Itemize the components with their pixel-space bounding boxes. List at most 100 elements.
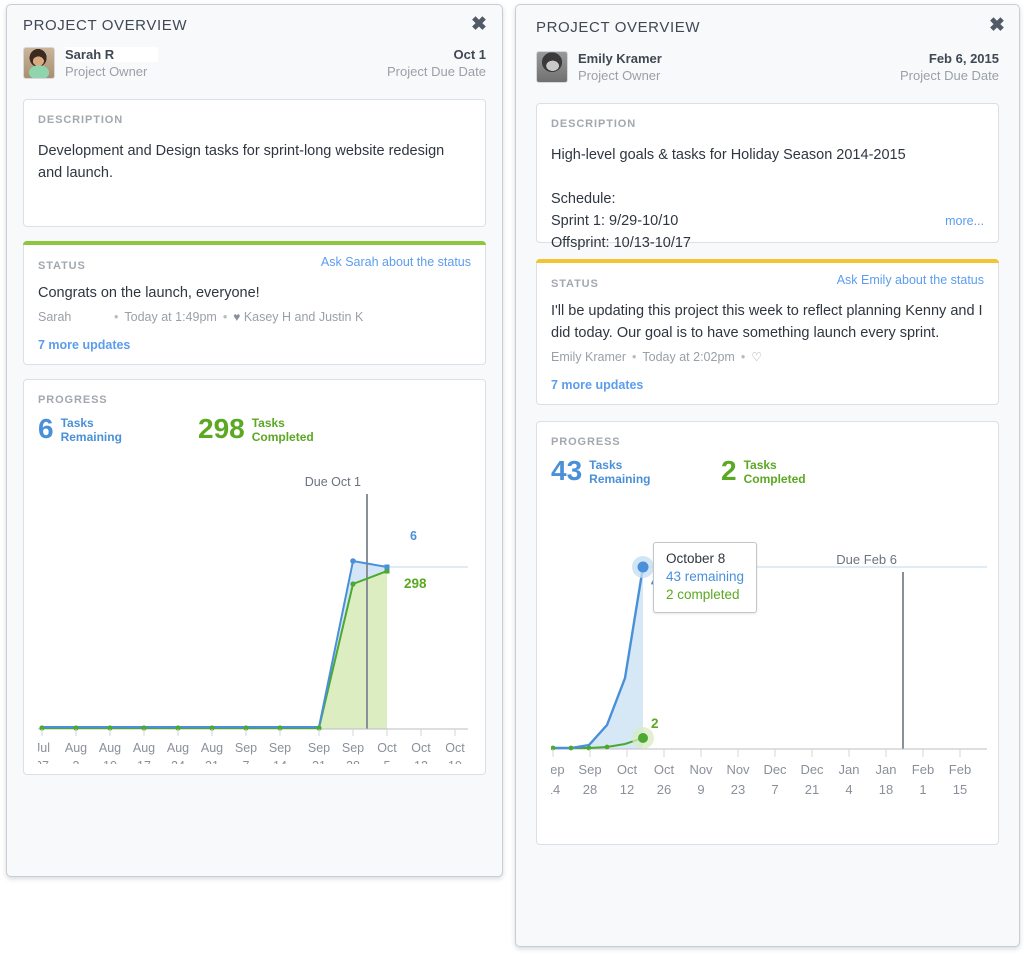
close-icon[interactable]: ✖ (987, 16, 1007, 36)
status-accent-bar (23, 241, 486, 245)
svg-text:28: 28 (346, 759, 360, 764)
screenshot-root: PROJECT OVERVIEW ✖ Sarah R Project Owner… (0, 0, 1024, 955)
panel-header: PROJECT OVERVIEW ✖ (516, 5, 1019, 45)
status-text: I'll be updating this project this week … (551, 303, 983, 341)
description-more-link[interactable]: more... (945, 214, 984, 228)
owner-role: Project Owner (65, 64, 148, 79)
completed-points (39, 581, 356, 731)
completed-label: Tasks Completed (743, 458, 806, 486)
svg-text:Sep: Sep (578, 762, 601, 777)
description-card: DESCRIPTION Development and Design tasks… (23, 99, 486, 227)
svg-text:14: 14 (551, 782, 560, 797)
status-meta: Sarah • Today at 1:49pm • ♥ Kasey H and Just… (38, 310, 364, 324)
project-overview-panel-right: PROJECT OVERVIEW ✖ Emily Kramer Project … (515, 4, 1020, 947)
x-axis-labels: Jul27 Aug3 Aug10 Aug17 Aug24 Aug31 Sep7 … (38, 741, 465, 764)
svg-text:1: 1 (919, 782, 926, 797)
svg-text:Sep: Sep (269, 741, 291, 755)
completed-count: 2 (721, 455, 737, 486)
stat-remaining: 43 Tasks Remaining (551, 455, 651, 487)
stat-remaining: 6 Tasks Remaining (38, 413, 122, 445)
remaining-count: 6 (38, 413, 54, 444)
close-icon[interactable]: ✖ (469, 15, 489, 35)
progress-chart-right[interactable]: Due Feb 6 2 ep 4 Sep 28 Oct 12 Oct 26 No… (551, 512, 987, 834)
description-card: DESCRIPTION High-level goals & tasks for… (536, 103, 999, 251)
svg-text:19: 19 (448, 759, 462, 764)
remaining-endpoint (637, 561, 649, 573)
ask-about-status-link[interactable]: Ask Emily about the status (837, 273, 984, 287)
x-axis-labels: Sep14 Sep28 Oct12 Oct26 Nov9 Nov23 Dec7 … (551, 762, 971, 797)
chart-tooltip: October 8 43 remaining 2 completed (653, 542, 758, 613)
remaining-count: 43 (551, 455, 583, 486)
svg-text:26: 26 (657, 782, 671, 797)
remaining-label: Tasks Remaining (589, 458, 651, 486)
svg-text:Oct: Oct (617, 762, 638, 777)
owner-name: Emily Kramer (578, 51, 662, 66)
svg-text:12: 12 (620, 782, 634, 797)
avatar[interactable] (536, 51, 568, 83)
svg-text:Aug: Aug (167, 741, 189, 755)
remaining-endpoint (384, 564, 390, 570)
svg-text:3: 3 (73, 759, 80, 764)
status-label: STATUS (551, 278, 599, 290)
burnup-chart-svg: Due Oct 1 6 298 ul Aug Aug Aug Aug Aug S… (38, 475, 468, 764)
svg-text:7: 7 (243, 759, 250, 764)
progress-stats: 6 Tasks Remaining 298 Tasks Completed (38, 414, 471, 450)
owner-role: Project Owner (578, 68, 661, 83)
svg-text:Jul: Jul (38, 741, 50, 755)
status-meta: Emily Kramer • Today at 2:02pm • ♡ (551, 350, 762, 364)
tooltip-completed: 2 completed (666, 587, 740, 602)
description-text: High-level goals & tasks for Holiday Sea… (551, 147, 906, 251)
status-likers: Kasey H and Justin K (243, 310, 364, 324)
status-header: STATUS Ask Sarah about the status (38, 255, 471, 272)
status-text: Congrats on the launch, everyone! (38, 285, 260, 301)
status-card: STATUS Ask Emily about the status I'll b… (536, 259, 999, 405)
project-overview-panel-left: PROJECT OVERVIEW ✖ Sarah R Project Owner… (6, 4, 503, 877)
progress-chart-left[interactable]: Due Oct 1 6 298 ul Aug Aug Aug Aug Aug S… (38, 464, 471, 764)
x-ticks (41, 729, 456, 736)
completed-label: Tasks Completed (251, 416, 314, 444)
svg-text:Sep: Sep (235, 741, 257, 755)
heart-icon[interactable]: ♡ (751, 350, 762, 364)
svg-text:21: 21 (805, 782, 819, 797)
owner-row: Sarah R Project Owner Oct 1 Project Due … (23, 45, 486, 89)
svg-text:Nov: Nov (726, 762, 750, 777)
svg-text:Jan: Jan (876, 762, 897, 777)
svg-text:23: 23 (731, 782, 745, 797)
page-title: PROJECT OVERVIEW (23, 17, 188, 34)
svg-text:Sep: Sep (551, 762, 565, 777)
status-accent-bar (536, 259, 999, 263)
panel-header: PROJECT OVERVIEW ✖ (7, 5, 502, 45)
remaining-points (350, 558, 356, 564)
svg-text:Oct: Oct (377, 741, 397, 755)
svg-text:15: 15 (953, 782, 967, 797)
ask-about-status-link[interactable]: Ask Sarah about the status (321, 255, 471, 269)
svg-text:Aug: Aug (133, 741, 155, 755)
progress-card: PROGRESS 6 Tasks Remaining 298 Tasks Compl… (23, 379, 486, 775)
completed-endpoint (638, 733, 648, 743)
description-label: DESCRIPTION (551, 118, 637, 130)
completed-count: 298 (198, 413, 245, 444)
completed-area (319, 571, 387, 729)
progress-label: PROGRESS (551, 436, 621, 448)
svg-text:31: 31 (205, 759, 219, 764)
svg-text:17: 17 (137, 759, 151, 764)
completed-value-label: 298 (404, 576, 427, 591)
project-due-date-label: Project Due Date (900, 68, 999, 83)
more-updates-link[interactable]: 7 more updates (38, 338, 471, 352)
owner-row: Emily Kramer Project Owner Feb 6, 2015 P… (536, 49, 999, 93)
status-time: Today at 2:02pm (642, 350, 735, 364)
svg-text:Nov: Nov (689, 762, 713, 777)
svg-text:Oct: Oct (411, 741, 431, 755)
progress-stats: 43 Tasks Remaining 2 Tasks Completed (551, 456, 984, 492)
due-date-marker-label: Due Feb 6 (836, 552, 897, 567)
heart-icon[interactable]: ♥ (233, 310, 240, 324)
svg-text:10: 10 (103, 759, 117, 764)
project-due-date-value: Oct 1 (453, 47, 486, 62)
svg-text:27: 27 (38, 759, 49, 764)
stat-completed: 298 Tasks Completed (198, 413, 314, 445)
more-updates-link[interactable]: 7 more updates (551, 378, 984, 392)
svg-text:28: 28 (583, 782, 597, 797)
avatar[interactable] (23, 47, 55, 79)
progress-label: PROGRESS (38, 394, 108, 406)
owner-name: Sarah R (65, 47, 159, 62)
